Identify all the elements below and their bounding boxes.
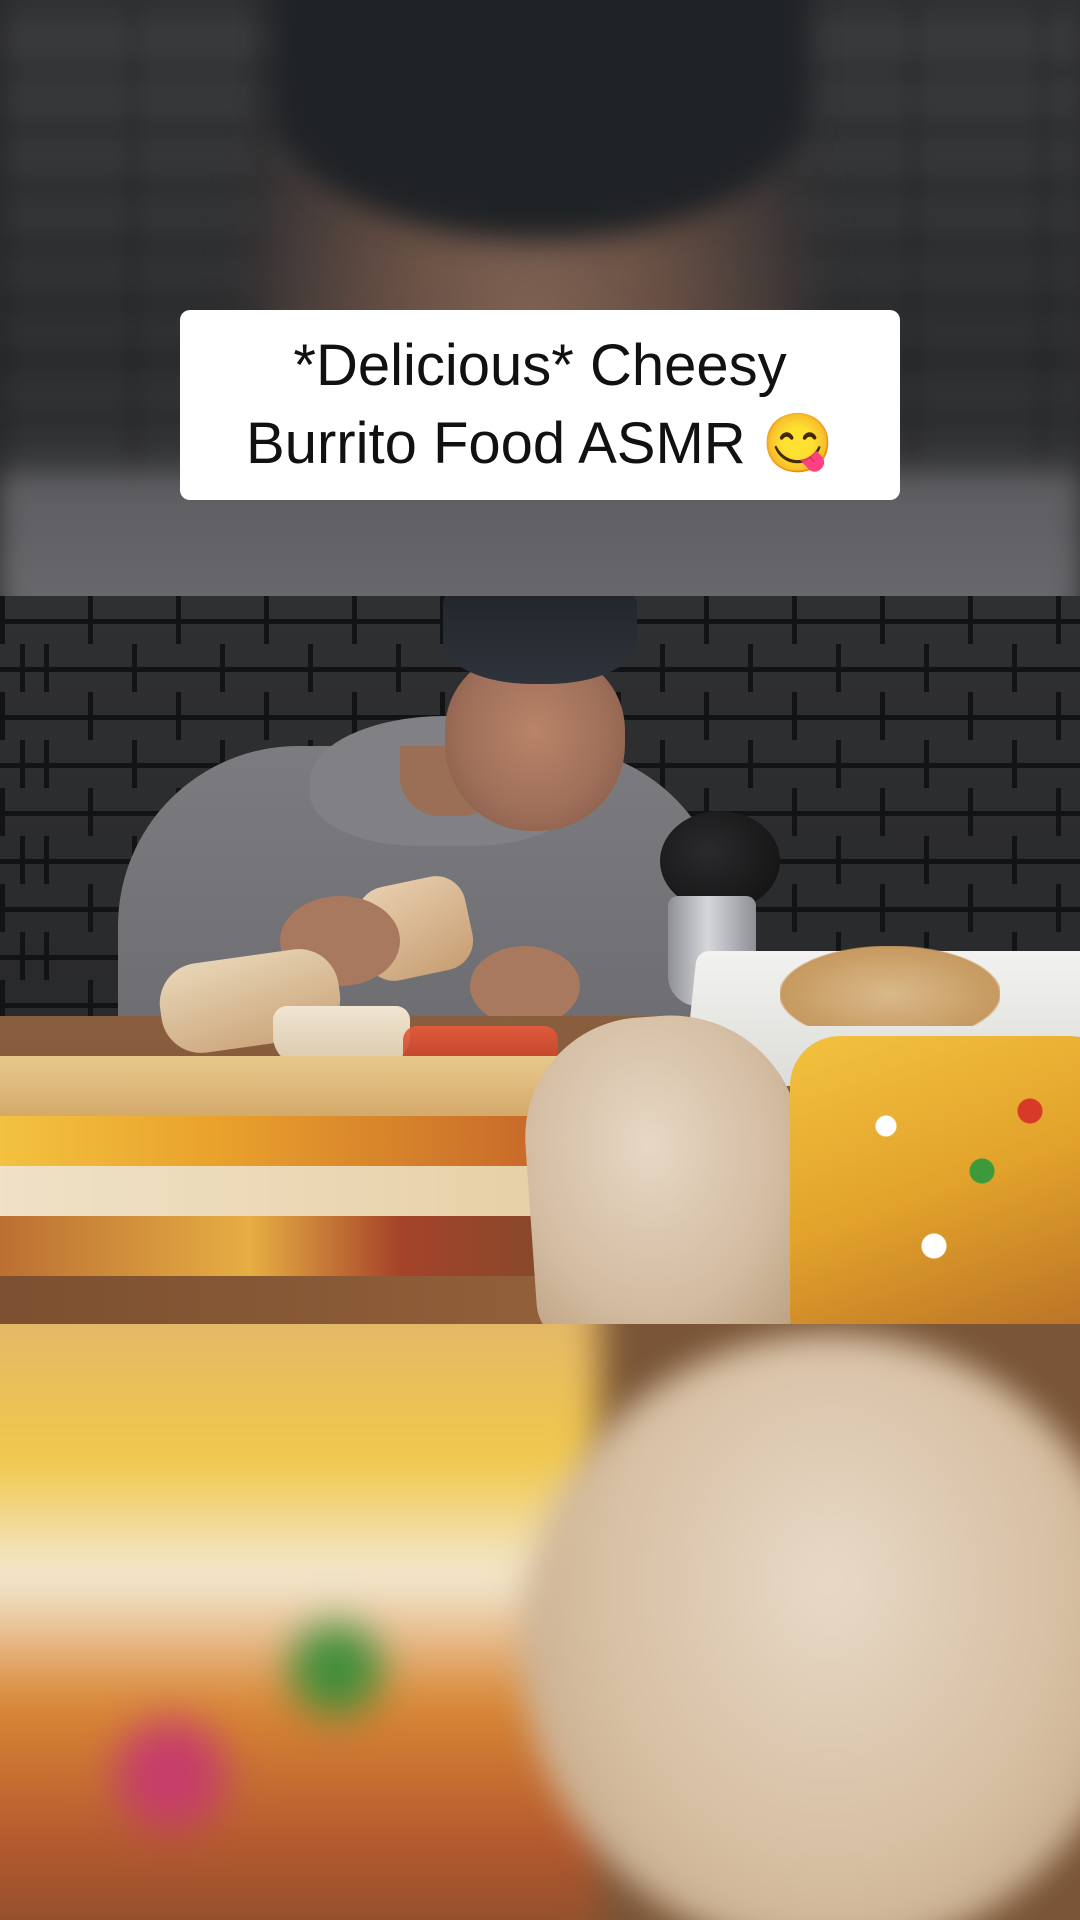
- meat-layer: [0, 1276, 580, 1324]
- right-hand: [470, 946, 580, 1026]
- blurred-crunchwrap: [0, 1324, 600, 1920]
- video-page: *Delicious* Cheesy Burrito Food ASMR 😋: [0, 0, 1080, 1920]
- video-frame[interactable]: [0, 596, 1080, 1324]
- video-title: *Delicious* Cheesy Burrito Food ASMR 😋: [246, 333, 834, 476]
- blurred-background-bottom: [0, 1324, 1080, 1920]
- tacos: [780, 946, 1000, 1026]
- crunchwrap-stack: [0, 1056, 580, 1324]
- blurred-background-top: [0, 0, 1080, 596]
- title-card: *Delicious* Cheesy Burrito Food ASMR 😋: [180, 310, 900, 500]
- blurred-burrito: [520, 1334, 1080, 1920]
- loaded-nachos: [790, 1036, 1080, 1324]
- dark-cap: [443, 596, 637, 684]
